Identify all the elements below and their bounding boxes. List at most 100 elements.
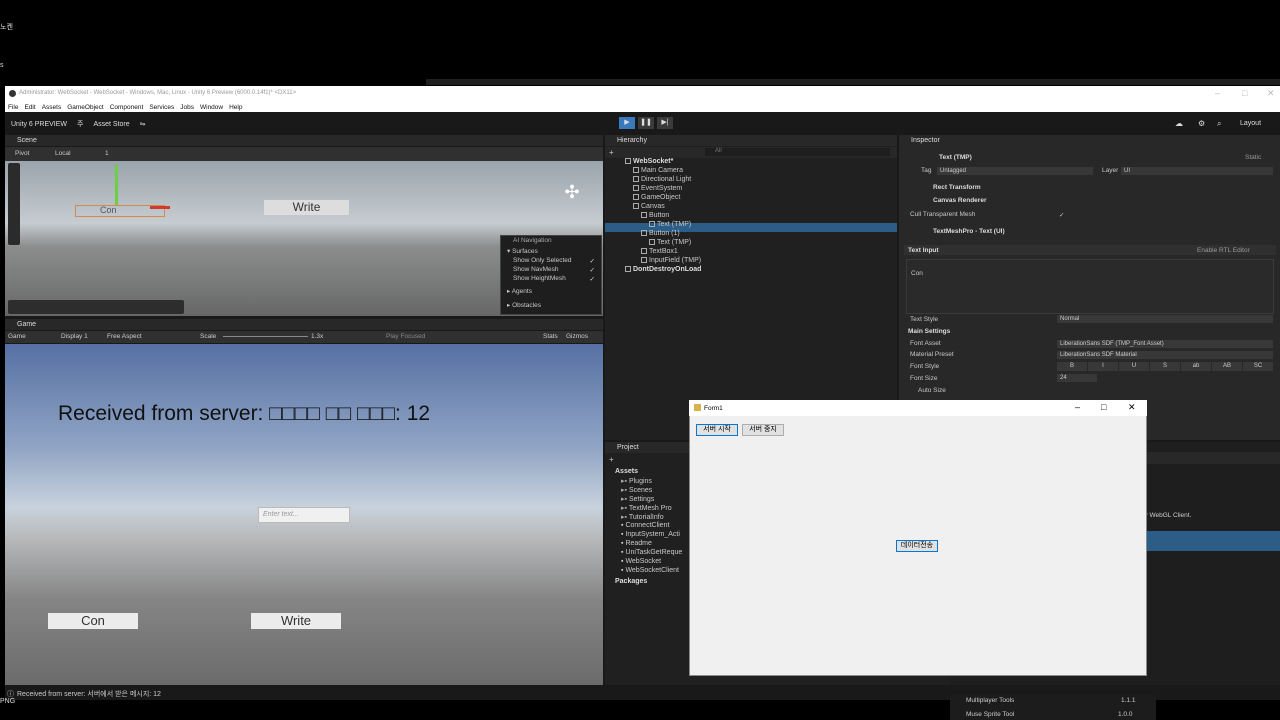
object-name-field[interactable]: Text (TMP) — [939, 154, 972, 161]
write-button[interactable]: Write — [251, 613, 341, 629]
version-control-icon[interactable]: ⇋ — [140, 120, 146, 128]
surfaces-foldout[interactable]: ▾ Surfaces — [507, 247, 538, 255]
pivot-dropdown[interactable]: Pivot — [15, 150, 29, 157]
font-style-button[interactable]: B — [1057, 362, 1087, 371]
maximize-icon[interactable]: □ — [1242, 88, 1247, 98]
canvas-renderer-header[interactable]: Canvas Renderer — [933, 197, 986, 204]
assets-folder[interactable]: Assets — [615, 468, 638, 475]
hierarchy-item[interactable]: Button — [641, 212, 669, 219]
search-icon[interactable]: ⌕ — [1217, 119, 1221, 129]
settings-icon[interactable]: ⚙ — [1198, 119, 1205, 128]
minimize-icon[interactable]: – — [1215, 88, 1220, 98]
close-icon[interactable]: ✕ — [1267, 88, 1275, 99]
local-dropdown[interactable]: Local — [55, 150, 71, 157]
display-dropdown[interactable]: Display 1 — [61, 333, 88, 340]
textmeshpro-header[interactable]: TextMeshPro - Text (UI) — [933, 228, 1005, 235]
rtl-editor-toggle[interactable]: Enable RTL Editor — [1197, 247, 1250, 254]
project-item[interactable]: ▪ UniTaskGetReque — [621, 549, 682, 556]
text-input-area[interactable] — [906, 259, 1274, 314]
account-button[interactable]: 주 — [77, 119, 83, 129]
obstacles-foldout[interactable]: ▸ Obstacles — [507, 301, 541, 309]
static-toggle[interactable]: Static — [1245, 154, 1261, 161]
hierarchy-item[interactable]: GameObject — [633, 194, 680, 201]
show-only-selected-toggle[interactable]: Show Only Selected — [513, 257, 572, 264]
step-button[interactable]: ▶| — [657, 117, 673, 129]
show-navmesh-toggle[interactable]: Show NavMesh — [513, 266, 559, 273]
play-focused-dropdown[interactable]: Play Focused — [386, 333, 425, 340]
package-name[interactable]: Muse Sprite Tool — [966, 711, 1014, 718]
add-icon[interactable]: + — [609, 148, 614, 157]
game-mode-dropdown[interactable]: Game — [8, 333, 26, 340]
layout-dropdown[interactable]: Layout — [1240, 120, 1261, 127]
window-titlebar[interactable]: Administrator: WebSocket - WebSocket - W… — [5, 86, 1280, 102]
menu-gameobject[interactable]: GameObject — [67, 104, 104, 111]
play-button[interactable]: ▶ — [619, 117, 635, 129]
project-item[interactable]: ▪ Readme — [621, 540, 652, 547]
game-input-field[interactable]: Enter text... — [258, 507, 350, 523]
menu-edit[interactable]: Edit — [24, 104, 35, 111]
checkbox[interactable]: ✓ — [590, 257, 595, 265]
font-asset-field[interactable]: LiberationSans SDF (TMP_Font Asset) — [1057, 340, 1273, 348]
orientation-gizmo-icon[interactable]: ✣ — [558, 182, 586, 210]
font-style-button[interactable]: S — [1150, 362, 1180, 371]
menu-services[interactable]: Services — [149, 104, 174, 111]
send-data-button[interactable]: 데이터전송 — [896, 540, 938, 552]
form1-titlebar[interactable]: Form1 – □ ✕ — [689, 400, 1147, 416]
pause-button[interactable]: ❚❚ — [638, 117, 654, 129]
hierarchy-item[interactable]: Canvas — [633, 203, 665, 210]
font-style-button[interactable]: U — [1119, 362, 1149, 371]
scale-slider[interactable] — [223, 336, 308, 337]
gizmos-dropdown[interactable]: Gizmos — [566, 333, 588, 340]
hierarchy-item[interactable]: Button (1) — [641, 230, 680, 237]
menu-window[interactable]: Window — [200, 104, 223, 111]
menu-component[interactable]: Component — [110, 104, 144, 111]
con-button[interactable]: Con — [48, 613, 138, 629]
hierarchy-item[interactable]: DontDestroyOnLoad — [625, 266, 701, 273]
minimize-icon[interactable]: – — [1075, 402, 1080, 412]
font-style-button[interactable]: SC — [1243, 362, 1273, 371]
font-style-button[interactable]: ab — [1181, 362, 1211, 371]
package-name[interactable]: Multiplayer Tools — [966, 697, 1014, 704]
hierarchy-item[interactable]: Main Camera — [633, 167, 683, 174]
move-gizmo-x-axis[interactable] — [150, 206, 170, 209]
stop-server-button[interactable]: 서버 중지 — [742, 424, 784, 436]
text-style-dropdown[interactable]: Normal — [1057, 315, 1273, 323]
project-item[interactable]: ▸▪ TextMesh Pro — [621, 504, 672, 512]
font-size-field[interactable]: 24 — [1057, 374, 1097, 382]
aspect-dropdown[interactable]: Free Aspect — [107, 333, 142, 340]
project-item[interactable]: ▸▪ Plugins — [621, 477, 652, 485]
hierarchy-item[interactable]: Text (TMP) — [649, 239, 691, 246]
scene-tools-palette[interactable] — [8, 163, 20, 245]
project-item[interactable]: ▸▪ Scenes — [621, 486, 652, 494]
hierarchy-item[interactable]: WebSocket* — [625, 158, 673, 165]
scene-bottom-toolbar[interactable] — [8, 300, 184, 314]
menu-file[interactable]: File — [8, 104, 18, 111]
menu-assets[interactable]: Assets — [42, 104, 62, 111]
tab-hierarchy[interactable]: Hierarchy — [605, 135, 897, 146]
project-item[interactable]: ▪ WebSocketClient — [621, 567, 679, 574]
cull-checkbox[interactable]: ✓ — [1059, 211, 1064, 219]
hierarchy-item[interactable]: TextBox1 — [641, 248, 678, 255]
agents-foldout[interactable]: ▸ Agents — [507, 287, 532, 295]
hierarchy-item[interactable]: InputField (TMP) — [641, 257, 701, 264]
unity-logo-label[interactable]: Unity 6 PREVIEW — [11, 121, 67, 128]
hierarchy-item[interactable]: Directional Light — [633, 176, 691, 183]
project-item[interactable]: ▪ ConnectClient — [621, 522, 669, 529]
hierarchy-item[interactable]: Text (TMP) — [649, 221, 691, 228]
menu-help[interactable]: Help — [229, 104, 242, 111]
material-preset-dropdown[interactable]: LiberationSans SDF Material — [1057, 351, 1273, 359]
stats-button[interactable]: Stats — [543, 333, 558, 340]
packages-folder[interactable]: Packages — [615, 578, 647, 585]
move-gizmo-y-axis[interactable] — [115, 165, 118, 205]
font-style-button[interactable]: AB — [1212, 362, 1242, 371]
layer-dropdown[interactable]: UI — [1121, 167, 1273, 175]
project-item[interactable]: ▸▪ TutorialInfo — [621, 513, 664, 521]
font-style-button[interactable]: I — [1088, 362, 1118, 371]
menu-jobs[interactable]: Jobs — [180, 104, 194, 111]
cloud-icon[interactable]: ☁ — [1175, 119, 1183, 128]
tab-inspector[interactable]: Inspector — [899, 135, 1280, 146]
hierarchy-search-input[interactable]: All — [705, 148, 890, 156]
add-icon[interactable]: + — [609, 455, 614, 464]
tab-game[interactable]: Game — [5, 319, 603, 330]
rect-transform-header[interactable]: Rect Transform — [933, 184, 981, 191]
